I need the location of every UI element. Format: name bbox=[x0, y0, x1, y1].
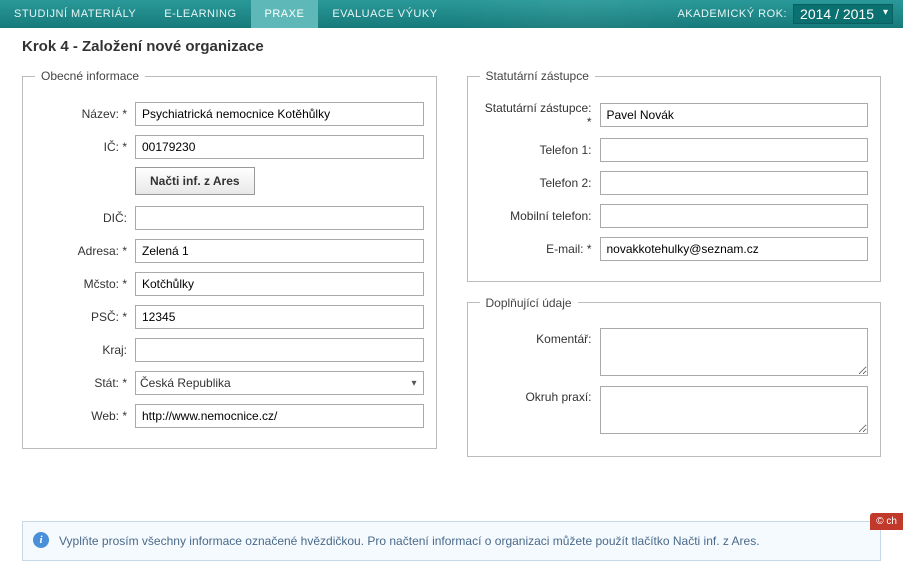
ic-label: IČ: * bbox=[35, 140, 135, 154]
ares-button[interactable]: Načti inf. z Ares bbox=[135, 167, 255, 195]
kraj-label: Kraj: bbox=[35, 343, 135, 357]
left-column: Obecné informace Název: * IČ: * Načti in… bbox=[22, 69, 437, 463]
tel1-input[interactable] bbox=[600, 138, 869, 162]
statutory-legend: Statutární zástupce bbox=[480, 69, 595, 83]
komentar-label: Komentář: bbox=[480, 328, 600, 346]
komentar-textarea[interactable] bbox=[600, 328, 869, 376]
nav-evaluace-vyuky[interactable]: EVALUACE VÝUKY bbox=[318, 0, 451, 28]
academic-year-block: AKADEMICKÝ ROK: 2014 / 2015 bbox=[677, 4, 903, 24]
page-title: Krok 4 - Založení nové organizace bbox=[22, 38, 881, 55]
web-input[interactable] bbox=[135, 404, 424, 428]
dic-input[interactable] bbox=[135, 206, 424, 230]
content-area: Krok 4 - Založení nové organizace Obecné… bbox=[0, 28, 903, 561]
general-info-legend: Obecné informace bbox=[35, 69, 145, 83]
tel2-label: Telefon 2: bbox=[480, 176, 600, 190]
info-icon: i bbox=[33, 532, 49, 548]
adresa-label: Adresa: * bbox=[35, 244, 135, 258]
dic-label: DIČ: bbox=[35, 211, 135, 225]
adresa-input[interactable] bbox=[135, 239, 424, 263]
zastupce-label: Statutární zástupce: * bbox=[480, 101, 600, 130]
tel2-input[interactable] bbox=[600, 171, 869, 195]
additional-fieldset: Doplňující údaje Komentář: Okruh praxí: bbox=[467, 296, 882, 457]
alert-text: Vyplňte prosím všechny informace označen… bbox=[59, 534, 760, 548]
nazev-input[interactable] bbox=[135, 102, 424, 126]
nazev-label: Název: * bbox=[35, 107, 135, 121]
form-columns: Obecné informace Název: * IČ: * Načti in… bbox=[22, 69, 881, 471]
main-nav: STUDIJNÍ MATERIÁLY E-LEARNING PRAXE EVAL… bbox=[0, 0, 452, 28]
mesto-label: Mčsto: * bbox=[35, 277, 135, 291]
academic-year-label: AKADEMICKÝ ROK: bbox=[677, 8, 787, 20]
additional-legend: Doplňující údaje bbox=[480, 296, 578, 310]
web-label: Web: * bbox=[35, 409, 135, 423]
psc-input[interactable] bbox=[135, 305, 424, 329]
info-alert: i Vyplňte prosím všechny informace označ… bbox=[22, 521, 881, 561]
psc-label: PSČ: * bbox=[35, 310, 135, 324]
mobil-label: Mobilní telefon: bbox=[480, 209, 600, 223]
email-label: E-mail: * bbox=[480, 242, 600, 256]
tel1-label: Telefon 1: bbox=[480, 143, 600, 157]
zastupce-input[interactable] bbox=[600, 103, 869, 127]
stat-label: Stát: * bbox=[35, 376, 135, 390]
okruh-label: Okruh praxí: bbox=[480, 386, 600, 404]
kraj-input[interactable] bbox=[135, 338, 424, 362]
mesto-input[interactable] bbox=[135, 272, 424, 296]
right-column: Statutární zástupce Statutární zástupce:… bbox=[467, 69, 882, 471]
nav-praxe[interactable]: PRAXE bbox=[251, 0, 319, 28]
academic-year-value: 2014 / 2015 bbox=[800, 6, 874, 22]
statutory-fieldset: Statutární zástupce Statutární zástupce:… bbox=[467, 69, 882, 282]
ic-input[interactable] bbox=[135, 135, 424, 159]
nav-elearning[interactable]: E-LEARNING bbox=[150, 0, 250, 28]
chat-tab[interactable]: © ch bbox=[870, 513, 903, 530]
stat-value: Česká Republika bbox=[140, 376, 231, 390]
top-navbar: STUDIJNÍ MATERIÁLY E-LEARNING PRAXE EVAL… bbox=[0, 0, 903, 28]
academic-year-select[interactable]: 2014 / 2015 bbox=[793, 4, 893, 24]
okruh-textarea[interactable] bbox=[600, 386, 869, 434]
general-info-fieldset: Obecné informace Název: * IČ: * Načti in… bbox=[22, 69, 437, 449]
mobil-input[interactable] bbox=[600, 204, 869, 228]
nav-studijni-materialy[interactable]: STUDIJNÍ MATERIÁLY bbox=[0, 0, 150, 28]
stat-select[interactable]: Česká Republika bbox=[135, 371, 424, 395]
email-input[interactable] bbox=[600, 237, 869, 261]
